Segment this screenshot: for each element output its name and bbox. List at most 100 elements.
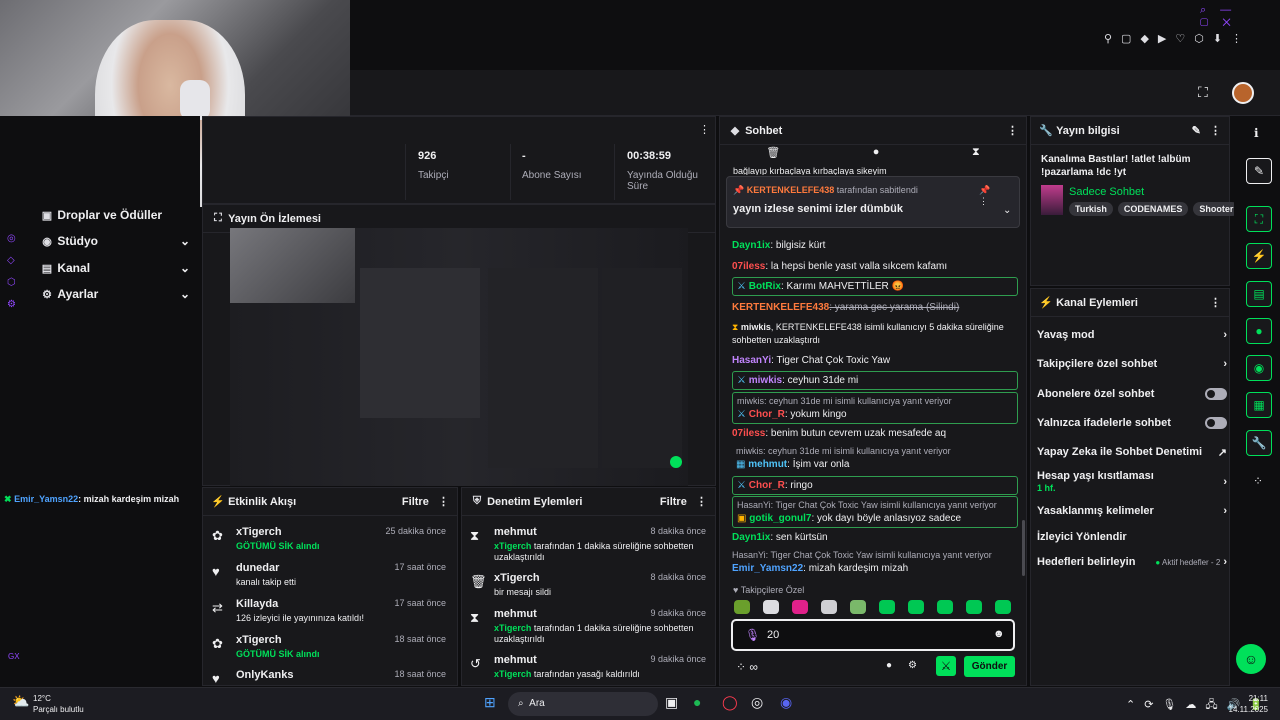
icon-rail[interactable]: ◎ ◇ ⬡ ⚙ — [7, 228, 16, 316]
help-button[interactable]: ☺ — [1236, 644, 1266, 674]
broadcast-icon[interactable]: ◉ — [1246, 355, 1272, 381]
hourglass-icon[interactable]: ⧗ — [972, 146, 980, 168]
action-account-age[interactable]: Hesap yaşı kısıtlaması 1 hf. › — [1037, 468, 1227, 496]
window-controls[interactable]: ⌕—▢✕ — [1200, 4, 1280, 30]
chat-tools[interactable]: ●⚙ — [886, 660, 933, 671]
tag[interactable]: Turkish — [1069, 202, 1113, 216]
emote-icon[interactable] — [879, 600, 895, 614]
taskbar-search[interactable]: ⌕ Ara — [508, 692, 658, 716]
category-name[interactable]: Sadece Sohbet — [1069, 186, 1144, 198]
action-banned-words[interactable]: Yasaklanmış kelimeler › — [1037, 499, 1227, 523]
emote-icon[interactable] — [792, 600, 808, 614]
points-icon[interactable]: ⁘ — [736, 660, 746, 674]
chat-input-value[interactable]: 20 — [767, 629, 779, 641]
emote-row[interactable] — [734, 600, 1020, 614]
start-icon[interactable]: ⊞ — [484, 694, 496, 711]
mod-user[interactable]: xTigerch — [494, 572, 540, 584]
trash-icon[interactable]: 🗑 — [766, 146, 780, 168]
filter-button[interactable]: Filtre — [402, 496, 429, 508]
more-icon[interactable]: ⋮ — [1007, 124, 1018, 137]
nav-settings[interactable]: ⚙ Ayarlar ⌄ — [40, 287, 190, 301]
chat-user[interactable]: miwkis — [741, 322, 771, 332]
emote-icon[interactable] — [995, 600, 1011, 614]
chat-user[interactable]: 07iless — [732, 428, 765, 439]
bolt-icon[interactable]: ⚡ — [1246, 243, 1272, 269]
emote-icon[interactable] — [908, 600, 924, 614]
spotify-icon[interactable]: ● — [693, 694, 701, 710]
send-button[interactable]: Gönder — [964, 656, 1015, 677]
chat-user[interactable]: Emir_Yamsn22 — [732, 563, 803, 574]
chat-user[interactable]: mehmut — [748, 459, 787, 470]
chat-user[interactable]: BotRix — [749, 281, 781, 292]
emote-icon[interactable] — [734, 600, 750, 614]
chat-user[interactable]: HasanYi — [732, 355, 771, 366]
creator-icon[interactable]: ⛶ — [1198, 84, 1208, 101]
clipboard-icon[interactable]: ▤ — [1246, 281, 1272, 307]
steam-icon[interactable]: ◎ — [751, 694, 763, 711]
info-icon[interactable]: ℹ — [1254, 126, 1259, 140]
pinned-message[interactable]: 📌 KERTENKELEFE438 tarafından sabitlendi … — [726, 176, 1020, 228]
emote-icon[interactable] — [937, 600, 953, 614]
activity-user[interactable]: xTigerch — [236, 634, 282, 646]
chat-user[interactable]: KERTENKELEFE438 — [732, 302, 829, 313]
chevron-down-icon[interactable]: ⌄ — [1003, 205, 1011, 216]
emote-icon[interactable] — [763, 600, 779, 614]
share-icon[interactable]: ⁘ — [1253, 474, 1263, 488]
mod-user[interactable]: mehmut — [494, 608, 537, 620]
tag[interactable]: CODENAMES — [1117, 202, 1189, 216]
chat-user[interactable]: Dayn1ix — [732, 240, 770, 251]
emoji-icon[interactable]: ☻ — [993, 628, 1005, 640]
category-thumb[interactable] — [1041, 185, 1063, 215]
emote-icon[interactable] — [821, 600, 837, 614]
chat-scrollbar[interactable] — [1022, 520, 1025, 576]
chat-user[interactable]: gotik_gonul7 — [749, 513, 811, 524]
mod-user[interactable]: mehmut — [494, 654, 537, 666]
action-goals[interactable]: Hedefleri belirleyin ● Aktif hedefler - 2… — [1037, 550, 1227, 574]
extension-toolbar[interactable]: ⚲▢◆▶♡⬡⬇⋮ — [1104, 32, 1251, 45]
nav-channel[interactable]: ▤ Kanal ⌄ — [40, 261, 190, 275]
activity-user[interactable]: dunedar — [236, 562, 279, 574]
clock[interactable]: 21:11 14.11.2025 — [1226, 693, 1268, 715]
discord-icon[interactable]: ◉ — [780, 694, 792, 711]
emote-icon[interactable] — [850, 600, 866, 614]
preview-icon[interactable]: ⛶ — [1246, 206, 1272, 232]
action-raid[interactable]: İzleyici Yönlendir — [1037, 525, 1227, 549]
toggle-switch[interactable] — [1205, 388, 1227, 400]
mod-user[interactable]: mehmut — [494, 526, 537, 538]
stream-preview[interactable] — [230, 228, 688, 486]
more-icon[interactable]: ⋮ — [696, 495, 707, 508]
chat-user[interactable]: Chor_R — [749, 409, 785, 420]
edit-icon[interactable]: ✎ — [1192, 124, 1201, 137]
mic-icon[interactable]: 🎙 — [745, 628, 760, 642]
nav-drops[interactable]: ▣ Droplar ve Ödüller — [40, 208, 190, 222]
opera-gx-icon[interactable]: ◯ — [722, 694, 738, 711]
more-icon[interactable]: ⋮ — [438, 495, 449, 508]
comment-icon[interactable]: ● — [873, 146, 880, 168]
more-icon[interactable]: ⋮ — [1210, 296, 1221, 309]
pinned-actions[interactable]: 📌⋮ — [979, 185, 1019, 207]
activity-user[interactable]: xTigerch — [236, 526, 282, 538]
chat-icon[interactable]: ● — [1246, 318, 1272, 344]
emote-icon[interactable] — [966, 600, 982, 614]
task-view-icon[interactable]: ▣ — [665, 694, 678, 711]
weather-icon[interactable]: ⛅ — [12, 693, 29, 710]
chat-input[interactable]: 🎙 20 ☻ — [731, 619, 1015, 651]
chat-user[interactable]: Chor_R — [749, 480, 785, 491]
layout-icon[interactable]: ▦ — [1246, 392, 1272, 418]
more-icon[interactable]: ⋮ — [699, 123, 710, 136]
toggle-switch[interactable] — [1205, 417, 1227, 429]
action-follower-only[interactable]: Takipçilere özel sohbet › — [1037, 352, 1227, 376]
action-ai-moderation[interactable]: Yapay Zeka ile Sohbet Denetimi ↗ — [1037, 440, 1227, 464]
weather-widget[interactable]: 12°C Parçalı bulutlu — [33, 693, 84, 715]
action-emote-only[interactable]: Yalnızca ifadelerle sohbet — [1037, 411, 1227, 435]
chat-user[interactable]: miwkis — [749, 375, 782, 386]
chat-user[interactable]: Dayn1ix — [732, 532, 770, 543]
filter-button[interactable]: Filtre — [660, 496, 687, 508]
bot-button[interactable]: ⚔ — [936, 656, 956, 676]
more-icon[interactable]: ⋮ — [1210, 124, 1221, 137]
wrench-icon[interactable]: 🔧 — [1246, 430, 1272, 456]
edit-icon[interactable]: ✎ — [1246, 158, 1272, 184]
chat-user[interactable]: 07iless — [732, 261, 765, 272]
tag[interactable]: Shooter — [1193, 202, 1240, 216]
action-slow-mode[interactable]: Yavaş mod › — [1037, 323, 1227, 347]
